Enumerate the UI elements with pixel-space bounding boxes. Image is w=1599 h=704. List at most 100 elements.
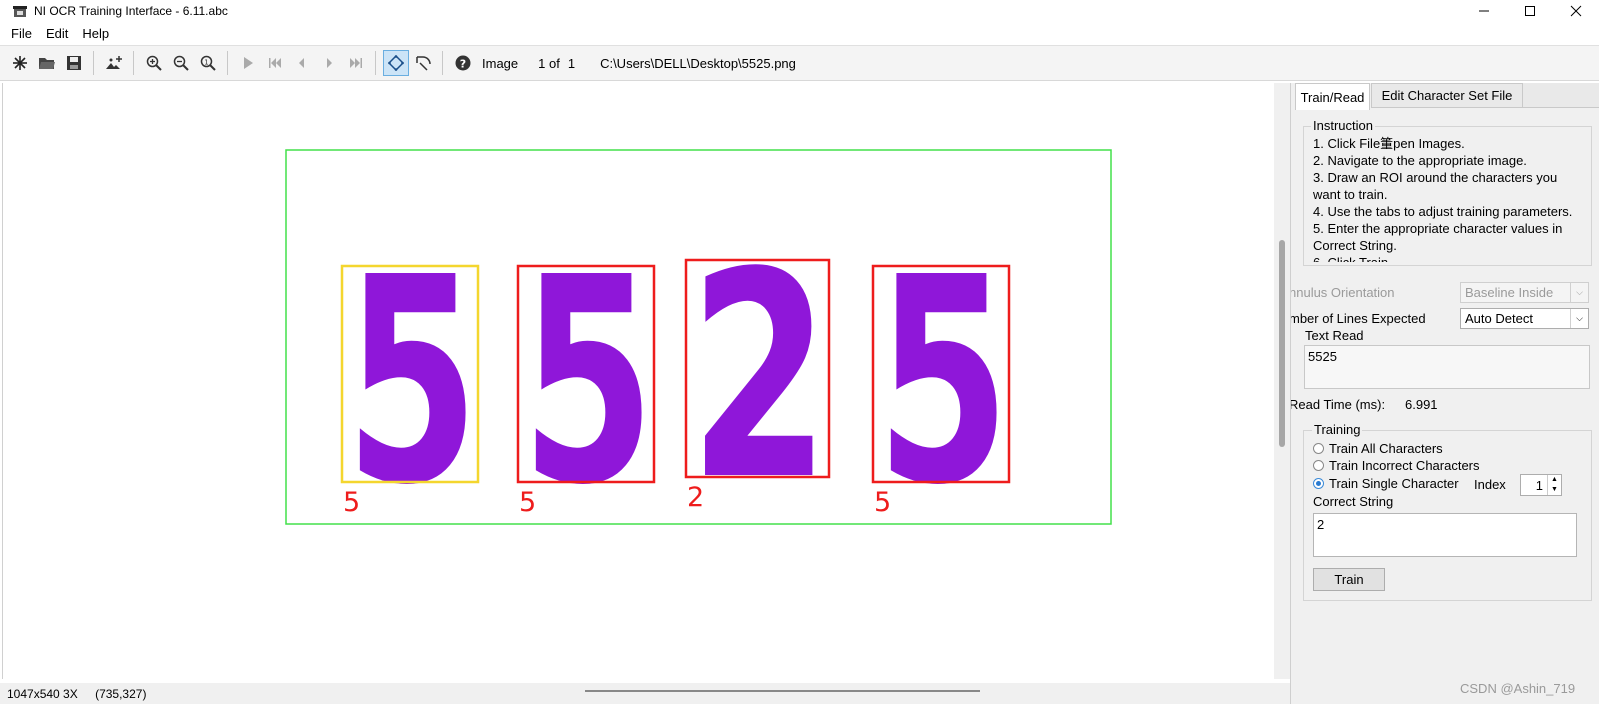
instruction-line: 5. Enter the appropriate character value… — [1313, 221, 1563, 236]
zoom-fit-icon: 1 — [200, 55, 216, 71]
help-icon: ? — [455, 55, 470, 71]
close-button[interactable] — [1553, 0, 1599, 22]
close-icon — [1570, 5, 1582, 17]
menu-file[interactable]: File — [4, 26, 39, 41]
text-read-label: Text Read — [1305, 328, 1364, 343]
app-icon — [12, 3, 28, 19]
instruction-line: 1. Click File箽pen Images. — [1313, 136, 1465, 151]
play-button[interactable] — [235, 50, 261, 76]
status-bar: 1047x540 3X (735,327) — [7, 687, 146, 701]
training-title: Training — [1312, 422, 1363, 437]
burst-icon — [12, 56, 27, 70]
folder-open-icon — [38, 58, 55, 69]
index-label: Index — [1474, 477, 1506, 492]
ocr-image-view[interactable]: 55 55 22 55 — [3, 83, 1275, 679]
character-label: 2 — [687, 482, 704, 513]
annulus-orientation-label: nnulus Orientation — [1290, 285, 1395, 300]
minimize-icon — [1479, 10, 1489, 12]
chevron-down-icon: ⌵ — [1570, 309, 1588, 328]
title-bar: NI OCR Training Interface - 6.11.abc — [0, 0, 1599, 22]
open-button[interactable] — [34, 50, 60, 76]
radio-button[interactable] — [1313, 460, 1324, 471]
maximize-icon — [1525, 6, 1535, 16]
roi-rectangle-tool[interactable] — [382, 50, 409, 76]
menu-edit[interactable]: Edit — [39, 26, 75, 41]
character-label: 5 — [874, 487, 891, 518]
toolbar-separator — [227, 51, 228, 75]
training-panel: Edit Character Set File Train/Read Instr… — [1290, 83, 1599, 704]
vertical-scroll-thumb[interactable] — [1279, 240, 1285, 447]
save-button[interactable] — [61, 50, 87, 76]
zoom-fit-button[interactable]: 1 — [195, 50, 221, 76]
lines-expected-label: mber of Lines Expected — [1290, 311, 1426, 326]
spinner-arrows-icon[interactable]: ▲ ▼ — [1547, 475, 1561, 495]
radio-button-selected[interactable] — [1313, 478, 1324, 489]
annulus-orientation-select: Baseline Inside ⌵ — [1460, 282, 1589, 303]
toolbar: 1 ? Image 1 of 1 C:\Users\DELL\Desktop\5… — [0, 45, 1599, 81]
read-time-label: Read Time (ms): — [1290, 397, 1386, 412]
tab-train-read[interactable]: Train/Read — [1295, 83, 1370, 110]
toolbar-separator — [93, 51, 94, 75]
train-button[interactable]: Train — [1313, 568, 1385, 591]
instruction-line: 3. Draw an ROI around the characters you — [1313, 170, 1558, 185]
watermark: CSDN @Ashin_719 — [1460, 681, 1576, 696]
radio-train-all-label: Train All Characters — [1329, 441, 1443, 456]
instruction-line: 2. Navigate to the appropriate image. — [1313, 153, 1527, 168]
arc-select-icon — [415, 56, 431, 71]
image-label: Image — [482, 55, 519, 71]
save-icon — [66, 56, 81, 70]
radio-button[interactable] — [1313, 443, 1324, 454]
chevron-down-icon: ⌵ — [1570, 283, 1588, 302]
radio-train-single-label: Train Single Character — [1329, 476, 1459, 491]
image-total: 1 — [567, 55, 576, 71]
tab-strip — [1523, 83, 1599, 108]
zoom-in-button[interactable] — [141, 50, 167, 76]
next-image-button[interactable] — [316, 50, 342, 76]
new-button[interactable] — [7, 50, 33, 76]
menu-help[interactable]: Help — [75, 26, 116, 41]
toolbar-separator — [442, 51, 443, 75]
vertical-scrollbar[interactable] — [1274, 83, 1290, 679]
correct-string-label: Correct String — [1313, 494, 1394, 509]
play-icon — [243, 57, 253, 69]
zoom-out-icon — [173, 55, 189, 71]
last-image-button[interactable] — [343, 50, 369, 76]
instruction-line: 4. Use the tabs to adjust training param… — [1313, 204, 1573, 219]
lines-expected-select[interactable]: Auto Detect ⌵ — [1460, 308, 1589, 329]
index-spinner[interactable]: 1 ▲ ▼ — [1520, 474, 1562, 496]
zoom-in-icon — [146, 55, 162, 71]
horizontal-scroll-thumb[interactable] — [585, 690, 980, 692]
radio-train-all[interactable]: Train All Characters — [1313, 441, 1443, 456]
annulus-orientation-value: Baseline Inside — [1465, 285, 1554, 300]
horizontal-scrollbar[interactable] — [0, 683, 1290, 704]
image-add-icon — [105, 56, 122, 69]
prev-image-button[interactable] — [289, 50, 315, 76]
correct-string-field[interactable]: 2 — [1313, 513, 1577, 557]
image-canvas[interactable]: 55552255 — [2, 83, 1275, 679]
window-title: NI OCR Training Interface - 6.11.abc — [34, 4, 228, 18]
toolbar-separator — [133, 51, 134, 75]
chevron-left-icon — [298, 58, 304, 68]
instruction-line: want to train. — [1313, 187, 1388, 202]
skip-first-icon — [268, 58, 281, 68]
help-button[interactable]: ? — [450, 50, 476, 76]
maximize-button[interactable] — [1507, 0, 1553, 22]
text-read-field[interactable]: 5525 — [1304, 345, 1590, 389]
chevron-right-icon — [326, 58, 332, 68]
tab-edit-character-set[interactable]: Edit Character Set File — [1371, 83, 1523, 108]
add-image-button[interactable] — [101, 50, 127, 76]
image-index: 1 of — [538, 55, 560, 71]
read-time-value: 6.991 — [1405, 397, 1438, 412]
radio-train-single[interactable]: Train Single Character — [1313, 476, 1459, 491]
skip-last-icon — [349, 58, 362, 68]
first-image-button[interactable] — [262, 50, 288, 76]
minimize-button[interactable] — [1461, 0, 1507, 22]
toolbar-separator — [375, 51, 376, 75]
instruction-line: 6. Click Train. — [1313, 254, 1591, 262]
menu-bar: File Edit Help — [0, 22, 1599, 44]
instruction-line: Correct String. — [1313, 238, 1397, 253]
zoom-out-button[interactable] — [168, 50, 194, 76]
image-size-status: 1047x540 3X — [7, 687, 78, 701]
radio-train-incorrect[interactable]: Train Incorrect Characters — [1313, 458, 1480, 473]
roi-annulus-tool[interactable] — [410, 50, 436, 76]
